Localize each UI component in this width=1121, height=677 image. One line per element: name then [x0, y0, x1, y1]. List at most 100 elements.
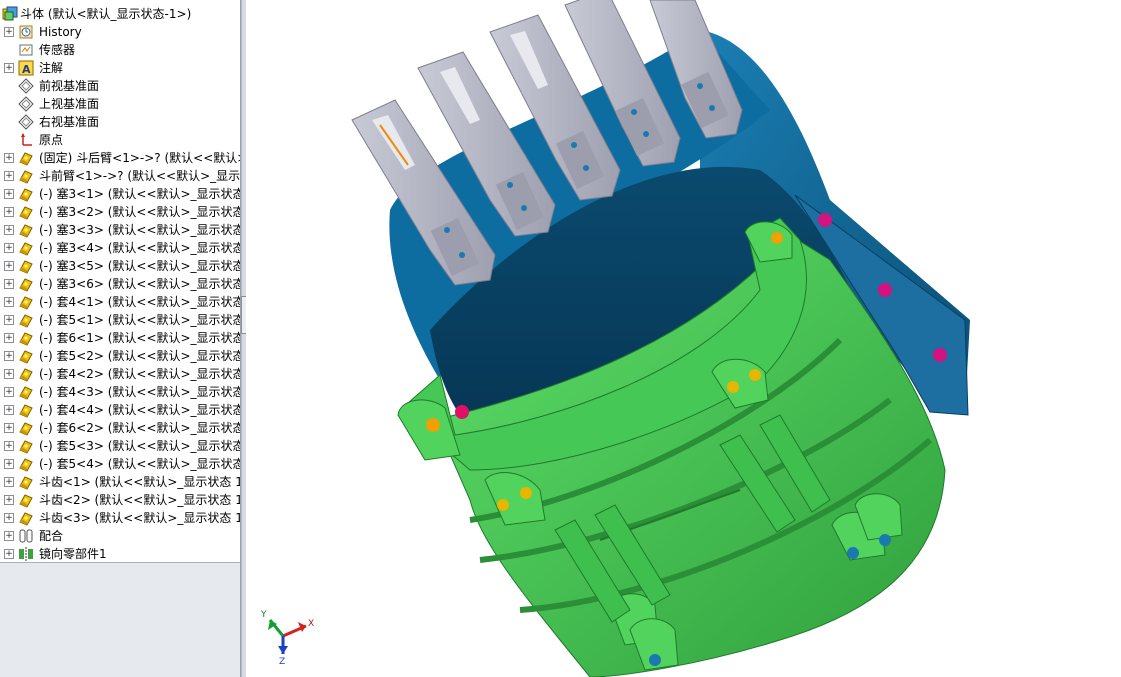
- expand-toggle-icon[interactable]: +: [4, 549, 14, 559]
- tree-node-15[interactable]: + (-) 塞3<6> (默认<<默认>_显示状态 1>: [0, 275, 240, 293]
- tree-node-26[interactable]: + 斗齿<1> (默认<<默认>_显示状态 1>): [0, 473, 240, 491]
- tree-node-24[interactable]: + (-) 套5<3> (默认<<默认>_显示状态 1>: [0, 437, 240, 455]
- expand-toggle-icon[interactable]: +: [4, 153, 14, 163]
- tree-node-label: 注解: [39, 61, 64, 75]
- tree-node-9[interactable]: + 斗前臂<1>->? (默认<<默认>_显示状态: [0, 167, 240, 185]
- tree-node-6[interactable]: 右视基准面: [0, 113, 240, 131]
- tree-node-23[interactable]: + (-) 套6<2> (默认<<默认>_显示状态 1>: [0, 419, 240, 437]
- tree-node-18[interactable]: + (-) 套6<1> (默认<<默认>_显示状态 1>: [0, 329, 240, 347]
- tree-node-22[interactable]: + (-) 套4<4> (默认<<默认>_显示状态 1>: [0, 401, 240, 419]
- tree-node-10[interactable]: + (-) 塞3<1> (默认<<默认>_显示状态 1>: [0, 185, 240, 203]
- tree-node-label: (-) 套5<2> (默认<<默认>_显示状态 1>: [39, 349, 240, 363]
- part-icon: [18, 384, 34, 400]
- tree-node-4[interactable]: 前视基准面: [0, 77, 240, 95]
- plane-icon: [18, 78, 34, 94]
- graphics-viewport[interactable]: X Y Z: [246, 0, 1121, 677]
- part-icon: [18, 240, 34, 256]
- expand-toggle-icon[interactable]: +: [4, 369, 14, 379]
- tree-node-12[interactable]: + (-) 塞3<3> (默认<<默认>_显示状态 1>: [0, 221, 240, 239]
- expand-toggle-icon[interactable]: +: [4, 441, 14, 451]
- expand-toggle-icon[interactable]: +: [4, 225, 14, 235]
- expand-toggle-icon[interactable]: +: [4, 495, 14, 505]
- expand-toggle-icon[interactable]: +: [4, 189, 14, 199]
- part-icon: [18, 258, 34, 274]
- tree-node-7[interactable]: 原点: [0, 131, 240, 149]
- tree-node-5[interactable]: 上视基准面: [0, 95, 240, 113]
- tree-node-label: (-) 塞3<1> (默认<<默认>_显示状态 1>: [39, 187, 240, 201]
- tree-node-25[interactable]: + (-) 套5<4> (默认<<默认>_显示状态 1>: [0, 455, 240, 473]
- expand-toggle-icon[interactable]: +: [4, 297, 14, 307]
- tree-node-13[interactable]: + (-) 塞3<4> (默认<<默认>_显示状态 1>: [0, 239, 240, 257]
- part-icon: [18, 204, 34, 220]
- tree-node-label: 右视基准面: [39, 115, 100, 129]
- annotation-icon: A: [18, 60, 34, 76]
- model-render: X Y Z: [260, 0, 970, 677]
- tree-node-label: (-) 套5<3> (默认<<默认>_显示状态 1>: [39, 439, 240, 453]
- expand-toggle-icon[interactable]: +: [4, 387, 14, 397]
- expand-toggle-icon[interactable]: +: [4, 243, 14, 253]
- expand-toggle-icon[interactable]: +: [4, 477, 14, 487]
- tree-node-label: (-) 套4<1> (默认<<默认>_显示状态 1>: [39, 295, 240, 309]
- expand-toggle-icon[interactable]: +: [4, 207, 14, 217]
- expand-toggle-icon[interactable]: +: [4, 27, 14, 37]
- expand-toggle-icon[interactable]: +: [4, 459, 14, 469]
- part-icon: [18, 492, 34, 508]
- expand-toggle-icon[interactable]: +: [4, 261, 14, 271]
- part-icon: [18, 168, 34, 184]
- tree-node-label: (-) 塞3<6> (默认<<默认>_显示状态 1>: [39, 277, 240, 291]
- tree-node-label: 传感器: [39, 43, 76, 57]
- tree-root-node[interactable]: 斗体 (默认<默认_显示状态-1>): [0, 5, 240, 23]
- y-axis-label: Y: [260, 610, 267, 620]
- tree-node-14[interactable]: + (-) 塞3<5> (默认<<默认>_显示状态 1>: [0, 257, 240, 275]
- part-icon: [18, 456, 34, 472]
- tree-node-8[interactable]: + (固定) 斗后臂<1>->? (默认<<默认>_显: [0, 149, 240, 167]
- tree-node-20[interactable]: + (-) 套4<2> (默认<<默认>_显示状态 1>: [0, 365, 240, 383]
- feature-manager-tree[interactable]: 斗体 (默认<默认_显示状态-1>) + History 传感器 + A 注解前视基准面上视…: [0, 0, 241, 677]
- tree-node-2[interactable]: 传感器: [0, 41, 240, 59]
- plane-icon: [18, 96, 34, 112]
- z-axis-label: Z: [279, 657, 285, 667]
- tree-node-19[interactable]: + (-) 套5<2> (默认<<默认>_显示状态 1>: [0, 347, 240, 365]
- tree-node-27[interactable]: + 斗齿<2> (默认<<默认>_显示状态 1>): [0, 491, 240, 509]
- expand-toggle-icon[interactable]: +: [4, 63, 14, 73]
- tree-node-label: 原点: [39, 133, 64, 147]
- tree-node-label: 配合: [39, 529, 64, 543]
- tree-node-label: 斗前臂<1>->? (默认<<默认>_显示状态: [39, 169, 240, 183]
- tree-node-label: (-) 塞3<3> (默认<<默认>_显示状态 1>: [39, 223, 240, 237]
- mates-icon: [18, 528, 34, 544]
- tree-node-label: History: [39, 25, 82, 39]
- tree-node-28[interactable]: + 斗齿<3> (默认<<默认>_显示状态 1>): [0, 509, 240, 527]
- expand-toggle-icon[interactable]: +: [4, 333, 14, 343]
- expand-toggle-icon[interactable]: +: [4, 513, 14, 523]
- assembly-icon: [2, 6, 18, 22]
- expand-toggle-icon[interactable]: +: [4, 315, 14, 325]
- tree-node-21[interactable]: + (-) 套4<3> (默认<<默认>_显示状态 1>: [0, 383, 240, 401]
- tree-node-label: (-) 套5<4> (默认<<默认>_显示状态 1>: [39, 457, 240, 471]
- expand-toggle-icon[interactable]: +: [4, 423, 14, 433]
- tree-node-16[interactable]: + (-) 套4<1> (默认<<默认>_显示状态 1>: [0, 293, 240, 311]
- tree-node-label: (-) 套5<1> (默认<<默认>_显示状态 1>: [39, 313, 240, 327]
- tree-node-label: (-) 塞3<5> (默认<<默认>_显示状态 1>: [39, 259, 240, 273]
- part-icon: [18, 402, 34, 418]
- orientation-triad: X Y Z: [260, 610, 314, 667]
- part-icon: [18, 366, 34, 382]
- expand-toggle-icon[interactable]: +: [4, 171, 14, 181]
- expand-toggle-icon[interactable]: +: [4, 531, 14, 541]
- tree-node-label: 前视基准面: [39, 79, 100, 93]
- part-icon: [18, 312, 34, 328]
- tree-node-29[interactable]: + 配合: [0, 527, 240, 545]
- tree-node-30[interactable]: + 镜向零部件1: [0, 545, 240, 563]
- expand-toggle-icon[interactable]: +: [4, 351, 14, 361]
- tree-node-1[interactable]: + History: [0, 23, 240, 41]
- sensor-icon: [18, 42, 34, 58]
- tree-node-11[interactable]: + (-) 塞3<2> (默认<<默认>_显示状态 1>: [0, 203, 240, 221]
- part-icon: [18, 474, 34, 490]
- expand-toggle-icon[interactable]: +: [4, 279, 14, 289]
- part-icon: [18, 348, 34, 364]
- expand-toggle-icon[interactable]: +: [4, 405, 14, 415]
- part-icon: [18, 330, 34, 346]
- origin-icon: [18, 132, 34, 148]
- tree-node-17[interactable]: + (-) 套5<1> (默认<<默认>_显示状态 1>: [0, 311, 240, 329]
- tree-node-3[interactable]: + A 注解: [0, 59, 240, 77]
- svg-text:A: A: [22, 63, 31, 76]
